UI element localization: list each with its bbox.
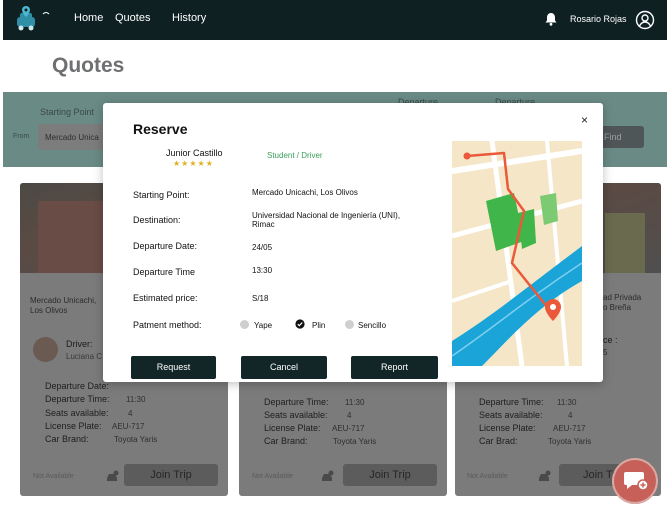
plate-value: AEU-717 [553, 424, 586, 433]
card-address-line2: Los Olivos [30, 306, 68, 315]
rating-stars: ★★★★★ [173, 159, 214, 168]
from-label: From [13, 133, 30, 140]
seats-label: Seats available: [479, 410, 543, 420]
seats-label: Seats available: [264, 410, 328, 420]
plate-label: License Plate: [264, 423, 321, 433]
payment-label-sencillo: Sencillo [358, 321, 387, 330]
departure-time-label: Departure Time: [45, 394, 110, 404]
report-button[interactable]: Report [351, 356, 438, 379]
add-passenger-icon[interactable] [537, 469, 551, 483]
brand-label: Car Brad: [479, 436, 518, 446]
nav-history-link[interactable]: History [172, 12, 206, 24]
card-address-line1: Mercado Unicachi, [30, 296, 97, 305]
estimated-price-value: S/18 [252, 294, 269, 303]
reserve-modal: Reserve × Junior Castillo ★★★★★ Student … [103, 103, 603, 382]
departure-time-value: 11:30 [557, 398, 577, 407]
start-point-icon [463, 152, 471, 160]
payment-method-label: Patment method: [133, 320, 202, 330]
plate-value: AEU-717 [332, 424, 365, 433]
card-address-line2: o Breña [603, 303, 632, 312]
route-map[interactable] [452, 141, 582, 366]
driver-label: Driver: [66, 339, 93, 349]
navbar: Home Quotes History Rosario Rojas [3, 0, 667, 40]
departure-time-label: Departure Time [133, 267, 196, 277]
user-circle-icon[interactable] [635, 10, 655, 30]
add-passenger-icon[interactable] [105, 469, 119, 483]
payment-radio-sencillo[interactable] [345, 320, 354, 329]
find-button-label: Find [604, 132, 622, 142]
building-image [605, 213, 645, 273]
payment-radio-yape[interactable] [240, 320, 249, 329]
modal-title: Reserve [133, 121, 188, 137]
payment-label-yape: Yape [254, 321, 273, 330]
departure-time-value: 11:30 [126, 395, 146, 404]
page-title: Quotes [52, 54, 125, 77]
starting-point-label: Starting Point: [133, 190, 190, 200]
join-trip-button[interactable]: Join Trip [343, 464, 437, 486]
seats-value: 4 [128, 409, 133, 418]
brand-label: Car Brand: [45, 434, 89, 444]
driver-name: Luciana C [66, 352, 103, 361]
price-value: 5 [603, 348, 608, 357]
destination-label: Destination: [133, 215, 181, 225]
join-trip-button[interactable]: Join Trip [124, 464, 218, 486]
seats-label: Seats available: [45, 408, 109, 418]
driver-role: Student / Driver [267, 151, 323, 160]
driver-name: Junior Castillo [166, 148, 223, 158]
building-image [38, 201, 108, 273]
availability-status: Not Available [467, 473, 508, 480]
cancel-button[interactable]: Cancel [241, 356, 327, 379]
payment-label-plin: Plin [312, 321, 326, 330]
plate-value: AEU-717 [112, 422, 145, 431]
plate-label: License Plate: [479, 423, 536, 433]
brand-value: Toyota Yaris [333, 437, 377, 446]
check-circle-icon [295, 319, 305, 329]
car-location-logo[interactable] [13, 4, 53, 34]
departure-time-value: 11:30 [345, 398, 365, 407]
user-name[interactable]: Rosario Rojas [570, 14, 627, 24]
nav-home-link[interactable]: Home [74, 12, 103, 24]
card-address-line1: ad Privada [603, 293, 642, 302]
destination-value: Universidad Nacional de Ingeniería (UNI)… [252, 211, 401, 229]
driver-avatar [33, 337, 58, 362]
estimated-price-label: Estimated price: [133, 293, 198, 303]
seats-value: 4 [568, 411, 573, 420]
nav-quotes-link[interactable]: Quotes [115, 12, 150, 24]
departure-date-label: Departure Date: [45, 381, 110, 391]
add-passenger-icon[interactable] [320, 469, 334, 483]
bell-icon[interactable] [544, 12, 558, 26]
chat-plus-icon [624, 472, 649, 491]
departure-date-label: Departure Date: [133, 241, 198, 251]
brand-value: Toyota Yaris [114, 435, 158, 444]
request-button[interactable]: Request [131, 356, 216, 379]
card-address: Mercado Unicachi, Los Olivos [30, 296, 96, 316]
seats-value: 4 [347, 411, 352, 420]
departure-date-value: 24/05 [252, 243, 273, 252]
close-icon[interactable]: × [581, 113, 588, 127]
starting-point-label: Starting Point [40, 107, 95, 117]
starting-point-value: Mercado Unicachi, Los Olivos [252, 188, 358, 197]
price-label: ce : [603, 335, 618, 345]
card-address: ad Privada o Breña [603, 293, 641, 313]
brand-label: Car Brand: [264, 436, 308, 446]
availability-status: Not Available [33, 473, 74, 480]
departure-time-label: Departure Time: [264, 397, 329, 407]
availability-status: Not Available [252, 473, 293, 480]
departure-time-value: 13:30 [252, 266, 273, 275]
departure-time-label: Departure Time: [479, 397, 544, 407]
chat-button[interactable] [612, 458, 658, 504]
plate-label: License Plate: [45, 421, 102, 431]
brand-value: Toyota Yaris [548, 437, 592, 446]
